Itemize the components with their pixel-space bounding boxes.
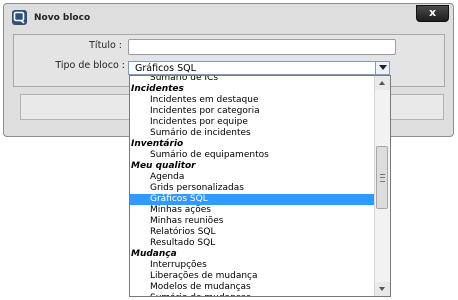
titulo-label: Título : xyxy=(89,40,122,51)
option-group-header: Inventário xyxy=(131,139,184,149)
tipo-bloco-select[interactable]: Gráficos SQL xyxy=(128,61,390,75)
dropdown-option[interactable]: Gráficos SQL xyxy=(130,194,375,205)
scroll-up-button[interactable] xyxy=(375,76,390,90)
chevron-down-icon xyxy=(379,65,387,70)
dropdown-option[interactable]: Incidentes por equipe xyxy=(130,117,375,128)
dropdown-toggle-button[interactable] xyxy=(375,62,389,74)
dropdown-option[interactable]: Incidentes por categoria xyxy=(130,106,375,117)
titulo-input[interactable] xyxy=(128,39,396,55)
dropdown-option[interactable]: Interrupções xyxy=(130,260,375,271)
dropdown-options: Sumário de ICs Incidentes Incidentes em de… xyxy=(130,76,375,296)
scroll-down-button[interactable] xyxy=(375,282,390,296)
dropdown-option[interactable]: Sumário de incidentes xyxy=(130,128,375,139)
dropdown-option[interactable]: Incidentes em destaque xyxy=(130,95,375,106)
dropdown-scrollbar[interactable] xyxy=(374,76,390,296)
option-group-header: Meu qualitor xyxy=(131,161,196,171)
dropdown-option[interactable]: Minhas reuniões xyxy=(130,216,375,227)
grip-icon xyxy=(380,174,385,182)
tipo-bloco-dropdown-list[interactable]: Sumário de ICs Incidentes Incidentes em de… xyxy=(129,75,391,297)
dropdown-option[interactable]: Modelos de mudanças xyxy=(130,282,375,293)
dropdown-option[interactable]: Agenda xyxy=(130,172,375,183)
dropdown-option[interactable]: Relatórios SQL xyxy=(130,227,375,238)
dropdown-option[interactable]: Sumário de equipamentos xyxy=(130,150,375,161)
window-app-icon xyxy=(12,10,27,25)
dropdown-option[interactable]: Resultado SQL xyxy=(130,238,375,249)
close-button[interactable]: x xyxy=(416,5,449,22)
chevron-down-icon xyxy=(379,287,385,291)
dialog-title: Novo bloco xyxy=(34,13,91,23)
option-group-header: Mudança xyxy=(131,249,177,259)
tipo-bloco-label: Tipo de bloco : xyxy=(55,60,125,71)
chevron-up-icon xyxy=(379,81,385,85)
tipo-bloco-value: Gráficos SQL xyxy=(135,63,196,74)
dropdown-option[interactable]: Liberações de mudança xyxy=(130,271,375,282)
dropdown-option[interactable]: Grids personalizadas xyxy=(130,183,375,194)
dropdown-option[interactable]: Minhas ações xyxy=(130,205,375,216)
option-group-header: Incidentes xyxy=(131,84,184,94)
dropdown-option[interactable]: Sumário de ICs xyxy=(130,76,375,84)
dialog-title-bar[interactable]: Novo bloco x xyxy=(4,4,453,32)
close-icon: x xyxy=(428,6,437,19)
dropdown-option[interactable]: Sumário de mudanças xyxy=(130,293,375,296)
scroll-thumb[interactable] xyxy=(376,146,388,209)
